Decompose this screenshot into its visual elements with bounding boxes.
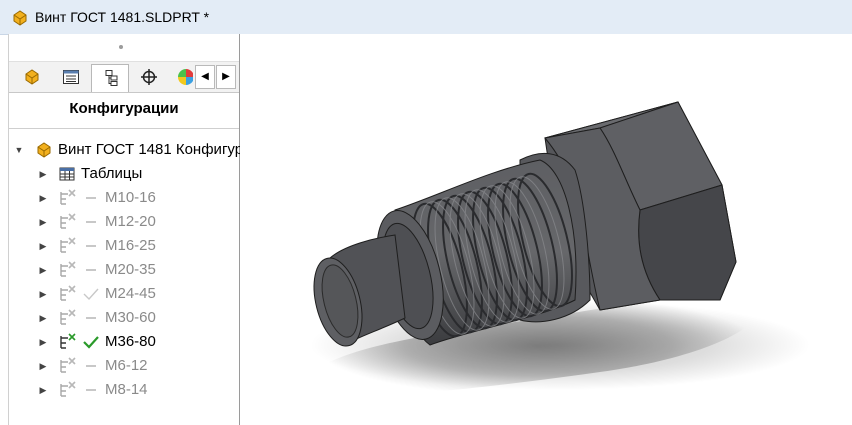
part-icon (25, 69, 39, 85)
feature-list-icon (63, 70, 79, 84)
panel-separator (9, 128, 239, 129)
tabs-scroll-left-button[interactable]: ◀ (195, 65, 215, 89)
tree-item-tables[interactable]: ▶ Таблицы (9, 162, 239, 186)
dash-icon (86, 269, 96, 271)
tabs-scroll-right-button[interactable]: ▶ (216, 65, 236, 89)
window-title: Винт ГОСТ 1481.SLDPRT * (35, 9, 210, 25)
tree-item-label: M30-60 (105, 309, 156, 326)
panel-heading: Конфигурации (69, 100, 179, 117)
tree-item-label: M16-25 (105, 237, 156, 254)
expand-arrow-icon[interactable]: ▶ (38, 383, 48, 397)
configuration-manager-panel: ◀ ▶ Конфигурации ▼ Винт ГОСТ 1481 Конфиг… (9, 34, 244, 425)
check-icon (83, 288, 99, 301)
expand-arrow-icon[interactable]: ▶ (38, 287, 48, 301)
tree-item-label: M6-12 (105, 357, 148, 374)
tab-feature-manager[interactable] (13, 64, 51, 90)
expand-arrow-icon[interactable]: ▶ (38, 263, 48, 277)
configuration-item-icon (60, 213, 76, 229)
expand-arrow-icon[interactable]: ▶ (38, 335, 48, 349)
tab-configuration-manager[interactable] (91, 64, 129, 92)
tree-item-label: M8-14 (105, 381, 148, 398)
window-titlebar: Винт ГОСТ 1481.SLDPRT * (0, 0, 852, 35)
expand-arrow-icon[interactable]: ▶ (38, 191, 48, 205)
collapse-arrow-icon[interactable]: ▼ (14, 143, 24, 157)
tree-item-label: Таблицы (81, 165, 143, 182)
expand-arrow-icon[interactable]: ▶ (38, 167, 48, 181)
dash-icon (86, 221, 96, 223)
tree-item-config[interactable]: ▶ M20-35 (9, 258, 239, 282)
configuration-item-icon (60, 381, 76, 397)
manager-tabs: ◀ ▶ (9, 62, 239, 93)
tree-root-label: Винт ГОСТ 1481 Конфигур (58, 141, 244, 158)
tree-item-label: M12-20 (105, 213, 156, 230)
tab-property-manager[interactable] (52, 64, 90, 90)
tree-item-label: M36-80 (105, 333, 156, 350)
crosshair-icon (141, 69, 157, 85)
tree-root-item[interactable]: ▼ Винт ГОСТ 1481 Конфигур (9, 138, 244, 162)
screw-model-3d[interactable] (240, 34, 852, 425)
tree-item-config[interactable]: ▶ M30-60 (9, 306, 239, 330)
check-icon (83, 336, 99, 349)
tree-item-label: M24-45 (105, 285, 156, 302)
configuration-icon (105, 70, 118, 86)
dash-icon (86, 197, 96, 199)
tree-item-config[interactable]: ▶ M24-45 (9, 282, 239, 306)
part-icon (13, 10, 27, 26)
appearance-icon (178, 69, 193, 85)
configuration-item-icon (60, 285, 76, 301)
tab-dimxpert-manager[interactable] (130, 64, 168, 90)
panel-splitter-grip[interactable] (9, 34, 239, 62)
expand-arrow-icon[interactable]: ▶ (38, 311, 48, 325)
part-icon (37, 142, 51, 158)
dash-icon (86, 365, 96, 367)
tree-item-label: M20-35 (105, 261, 156, 278)
tree-item-config[interactable]: ▶ M6-12 (9, 354, 239, 378)
expand-arrow-icon[interactable]: ▶ (38, 215, 48, 229)
expand-arrow-icon[interactable]: ▶ (38, 359, 48, 373)
table-icon (59, 167, 75, 181)
dash-icon (86, 317, 96, 319)
dash-icon (86, 389, 96, 391)
configuration-item-icon (60, 333, 76, 349)
tree-item-config[interactable]: ▶ M8-14 (9, 378, 239, 402)
tree-item-config[interactable]: ▶ M10-16 (9, 186, 239, 210)
configuration-item-icon (60, 261, 76, 277)
tree-item-config[interactable]: ▶ M36-80 (9, 330, 239, 354)
configuration-item-icon (60, 189, 76, 205)
configuration-item-icon (60, 237, 76, 253)
configuration-item-icon (60, 357, 76, 373)
grip-dot-icon (119, 45, 123, 49)
dash-icon (86, 245, 96, 247)
expand-arrow-icon[interactable]: ▶ (38, 239, 48, 253)
configuration-item-icon (60, 309, 76, 325)
tree-item-config[interactable]: ▶ M16-25 (9, 234, 239, 258)
graphics-viewport[interactable] (240, 34, 852, 425)
tree-item-label: M10-16 (105, 189, 156, 206)
tree-item-config[interactable]: ▶ M12-20 (9, 210, 239, 234)
tab-display-manager[interactable] (169, 64, 193, 90)
